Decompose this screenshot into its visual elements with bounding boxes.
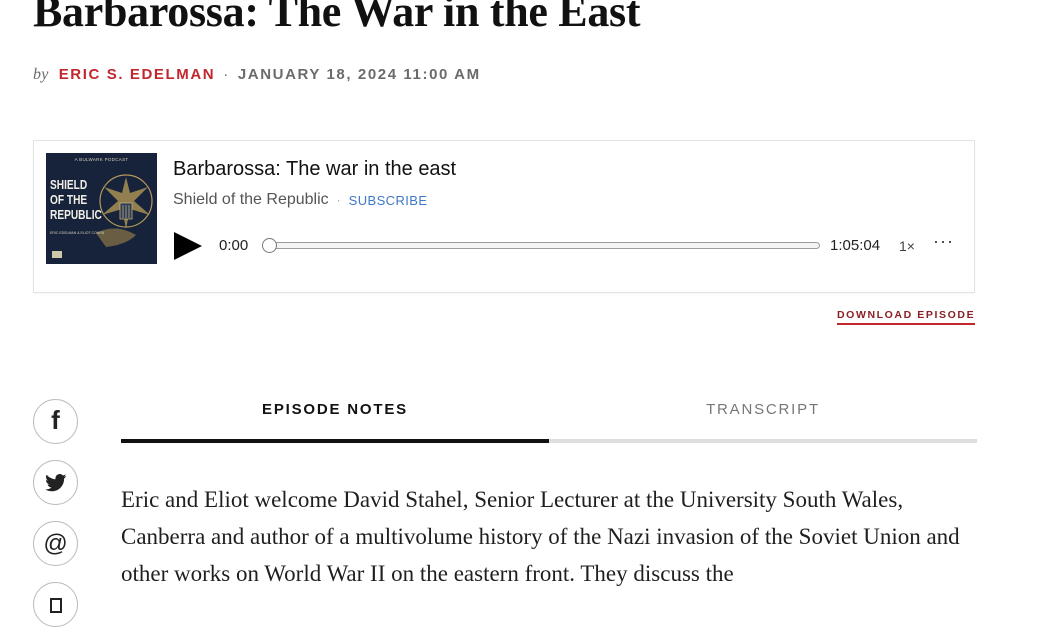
- podcast-cover-art: A BULWARK PODCAST SHIELD OF THE REPUBLIC…: [46, 153, 157, 264]
- download-episode-link[interactable]: DOWNLOAD EPISODE: [837, 309, 976, 325]
- tab-episode-notes[interactable]: EPISODE NOTES: [121, 395, 549, 443]
- scrubber-handle[interactable]: [261, 238, 277, 253]
- playback-speed-button[interactable]: 1×: [899, 238, 915, 254]
- share-copy-button[interactable]: [33, 582, 78, 627]
- twitter-icon: [44, 473, 66, 491]
- podcast-player: A BULWARK PODCAST SHIELD OF THE REPUBLIC…: [33, 140, 975, 293]
- playback-controls: 0:00 1:05:04 1× ···: [173, 229, 963, 261]
- email-icon: @: [43, 529, 68, 557]
- byline: by ERIC S. EDELMAN · JANUARY 18, 2024 11…: [33, 66, 481, 86]
- facebook-icon: f: [51, 405, 60, 435]
- current-time: 0:00: [219, 237, 249, 254]
- cover-hosts: ERIC EDELMAN & ELIOT COHEN: [50, 231, 105, 235]
- episode-meta: Shield of the Republic · SUBSCRIBE: [173, 191, 427, 209]
- link-icon: [49, 597, 62, 613]
- author-link[interactable]: ERIC S. EDELMAN: [59, 66, 216, 83]
- share-twitter-button[interactable]: [33, 460, 78, 505]
- episode-title: Barbarossa: The war in the east: [173, 158, 457, 180]
- cover-line-3: REPUBLIC: [50, 207, 102, 222]
- share-email-button[interactable]: @: [33, 521, 78, 566]
- meta-separator: ·: [336, 193, 341, 207]
- subscribe-button[interactable]: SUBSCRIBE: [349, 193, 428, 208]
- article-title: Barbarossa: The War in the East: [33, 0, 641, 36]
- byline-separator: ·: [223, 66, 230, 83]
- tab-transcript[interactable]: TRANSCRIPT: [549, 395, 977, 443]
- publish-date: JANUARY 18, 2024 11:00 AM: [237, 66, 481, 83]
- duration: 1:05:04: [830, 237, 881, 254]
- cover-line-2: OF THE: [50, 192, 88, 207]
- episode-tabs: EPISODE NOTES TRANSCRIPT: [121, 395, 977, 447]
- cover-logo-mark: [52, 251, 62, 258]
- play-icon[interactable]: [173, 231, 203, 261]
- progress-track[interactable]: [269, 242, 820, 249]
- share-facebook-button[interactable]: f: [33, 399, 78, 444]
- cover-show-name: SHIELD OF THE REPUBLIC: [50, 177, 102, 222]
- byline-by: by: [33, 66, 49, 83]
- cover-line-1: SHIELD: [50, 177, 88, 192]
- episode-notes-text: Eric and Eliot welcome David Stahel, Sen…: [121, 487, 960, 586]
- cover-publisher: A BULWARK PODCAST: [74, 157, 129, 162]
- more-options-icon[interactable]: ···: [933, 231, 954, 252]
- show-name: Shield of the Republic: [173, 191, 329, 208]
